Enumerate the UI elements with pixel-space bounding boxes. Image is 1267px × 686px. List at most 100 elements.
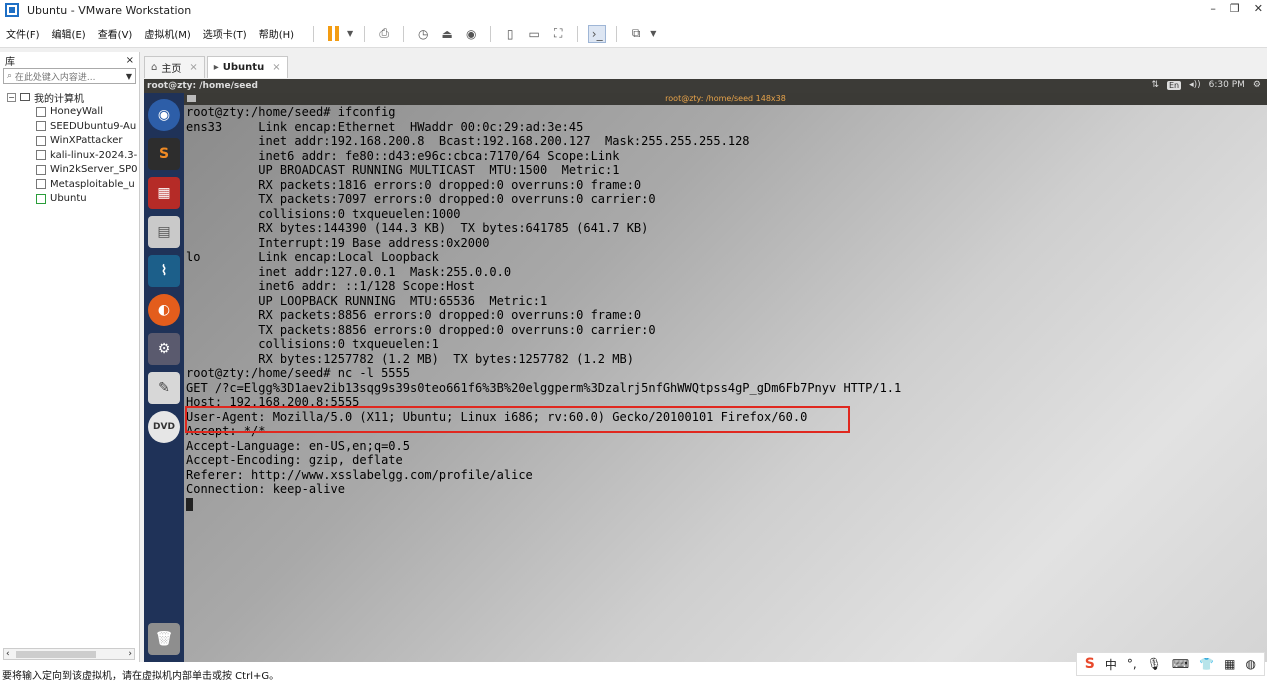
tree-item-metasploitable[interactable]: Metasploitable_u <box>0 177 139 192</box>
scrollbar-thumb[interactable] <box>16 651 96 658</box>
terminal-line: Interrupt:19 Base address:0x2000 <box>186 235 490 250</box>
tree-item-win2kserver[interactable]: Win2kServer_SP0 <box>0 163 139 178</box>
toolbar-separator <box>490 25 492 42</box>
tree-item-ubuntu[interactable]: Ubuntu <box>0 192 139 207</box>
ime-language-toggle[interactable]: 中 <box>1105 656 1117 673</box>
network-icon[interactable]: ⇅ <box>1151 80 1159 90</box>
status-text: 要将输入定向到该虚拟机，请在虚拟机内部单击或按 Ctrl+G。 <box>2 670 280 682</box>
library-view-icon[interactable]: ▯ <box>501 25 519 43</box>
sogou-logo[interactable]: S <box>1085 656 1095 672</box>
clock[interactable]: 6:30 PM <box>1209 80 1245 90</box>
vm-running-icon: ▸ <box>213 62 219 73</box>
chevron-down-icon[interactable]: ▼ <box>347 29 353 38</box>
tree-item-kali[interactable]: kali-linux-2024.3- <box>0 148 139 163</box>
library-horizontal-scrollbar[interactable]: ‹ › <box>3 648 135 660</box>
ime-punctuation-toggle[interactable]: °, <box>1127 657 1137 671</box>
tree-item-winxpattacker[interactable]: WinXPattacker <box>0 134 139 149</box>
grid-menu-icon[interactable]: ▦ <box>1224 657 1235 671</box>
vm-display[interactable]: root@zty: /home/seed ⇅ En ◂)) 6:30 PM ⚙ … <box>144 79 1267 662</box>
menu-view[interactable]: 查看(V) <box>98 26 133 41</box>
terminal-line: root@zty:/home/seed# nc -l 5555 <box>186 366 410 380</box>
keyboard-layout[interactable]: En <box>1166 80 1182 90</box>
firefox-icon[interactable]: ◐ <box>148 294 180 326</box>
menu-file[interactable]: 文件(F) <box>6 26 40 41</box>
terminal-cursor <box>186 497 193 511</box>
terminal-line: UP LOOPBACK RUNNING MTU:65536 Metric:1 <box>186 293 548 308</box>
system-settings-icon[interactable]: ⚙ <box>148 333 180 365</box>
minimize-button[interactable]: – <box>1210 2 1216 15</box>
collapse-icon[interactable]: − <box>7 92 16 102</box>
chevron-down-icon[interactable]: ▼ <box>650 29 656 38</box>
microphone-icon[interactable]: 🎙 <box>1147 657 1162 671</box>
keyboard-icon[interactable]: ⌨ <box>1172 657 1189 671</box>
pause-icon[interactable] <box>324 25 342 43</box>
menu-tabs[interactable]: 选项卡(T) <box>203 26 247 41</box>
tab-home[interactable]: ⌂ 主页 × <box>144 56 205 78</box>
settings-gear-icon[interactable]: ⚙ <box>1253 80 1261 90</box>
skin-icon[interactable]: 👕 <box>1199 657 1214 671</box>
mascot-icon[interactable]: ◍ <box>1246 657 1256 671</box>
ubuntu-window-title: root@zty: /home/seed <box>147 81 258 91</box>
snapshot-manager-icon[interactable]: ◉ <box>462 25 480 43</box>
ubuntu-top-panel: root@zty: /home/seed ⇅ En ◂)) 6:30 PM ⚙ <box>144 79 1267 93</box>
scroll-left-icon[interactable]: ‹ <box>6 649 10 659</box>
wireshark-icon[interactable]: ⌇ <box>148 255 180 287</box>
volume-icon[interactable]: ◂)) <box>1189 80 1201 90</box>
home-icon: ⌂ <box>151 62 158 73</box>
tree-item-seedubuntu[interactable]: SEEDUbuntu9-Au <box>0 119 139 134</box>
vm-icon <box>36 150 46 161</box>
console-view-icon[interactable]: ›_ <box>588 24 607 43</box>
tab-ubuntu[interactable]: ▸ Ubuntu × <box>206 56 288 78</box>
fullscreen-icon[interactable]: ⛶ <box>549 25 567 43</box>
computer-icon <box>20 93 30 102</box>
terminal-line: root@zty:/home/seed# ifconfig <box>186 105 396 119</box>
terminal-line: inet addr:192.168.200.8 Bcast:192.168.20… <box>186 134 750 148</box>
tree-item-label: Metasploitable_u <box>50 178 135 190</box>
cookie-highlight-box <box>185 406 850 433</box>
library-header: 库 × <box>0 52 139 68</box>
terminal-line: collisions:0 txqueuelen:1000 <box>186 206 461 221</box>
sublime-icon[interactable]: S <box>148 138 180 170</box>
library-search-input[interactable]: ⌕ 在此处键入内容进... ▼ <box>3 68 136 84</box>
chevron-down-icon[interactable]: ▼ <box>123 72 135 81</box>
terminal-line: RX bytes:1257782 (1.2 MB) TX bytes:12577… <box>186 351 634 366</box>
window-title: Ubuntu - VMware Workstation <box>27 3 192 17</box>
tree-item-label: Ubuntu <box>50 193 87 205</box>
maximize-button[interactable]: ❐ <box>1230 2 1240 15</box>
tree-root-my-computer[interactable]: − 我的计算机 <box>0 90 139 105</box>
close-button[interactable]: ✕ <box>1254 2 1263 15</box>
vm-icon <box>36 106 46 117</box>
send-ctrl-alt-del-icon[interactable]: ⎙ <box>375 25 393 43</box>
revert-snapshot-icon[interactable]: ⏏ <box>438 25 456 43</box>
menu-help[interactable]: 帮助(H) <box>259 26 294 41</box>
tab-close-icon[interactable]: × <box>272 62 280 73</box>
search-icon: ⌕ <box>7 71 15 81</box>
library-close-button[interactable]: × <box>126 55 134 66</box>
ubuntu-launcher: ◉ S ▦ ▤ ⌇ ◐ ⚙ ✎ DVD 🗑 <box>144 93 184 662</box>
terminal-app-icon[interactable]: ▦ <box>148 177 180 209</box>
tab-close-icon[interactable]: × <box>189 62 197 73</box>
tree-item-honeywall[interactable]: HoneyWall <box>0 105 139 120</box>
window-controls: – ❐ ✕ <box>1210 2 1263 15</box>
menu-edit[interactable]: 编辑(E) <box>52 26 86 41</box>
dash-icon[interactable]: ◉ <box>148 99 180 131</box>
toolbar-separator <box>403 25 405 42</box>
terminal-menu-icon[interactable] <box>187 95 196 102</box>
terminal-line: lo Link encap:Local Loopback <box>186 250 439 264</box>
trash-icon[interactable]: 🗑 <box>148 623 180 655</box>
menu-bar: 文件(F) 编辑(E) 查看(V) 虚拟机(M) 选项卡(T) 帮助(H) ▼ … <box>0 20 1267 48</box>
terminal-output: root@zty:/home/seed# ifconfig ens33 Link … <box>184 105 1267 511</box>
snapshot-icon[interactable]: ◷ <box>414 25 432 43</box>
vmware-app-icon <box>5 3 19 17</box>
menu-vm[interactable]: 虚拟机(M) <box>144 26 190 41</box>
dvd-icon[interactable]: DVD <box>148 411 180 443</box>
scroll-right-icon[interactable]: › <box>128 649 132 659</box>
window-titlebar: Ubuntu - VMware Workstation – ❐ ✕ <box>0 0 1267 20</box>
thumbnail-view-icon[interactable]: ▭ <box>525 25 543 43</box>
files-icon[interactable]: ▤ <box>148 216 180 248</box>
terminal-window[interactable]: root@zty: /home/seed 148x38 root@zty:/ho… <box>184 93 1267 662</box>
stretch-view-icon[interactable]: ⧉ <box>627 25 645 43</box>
terminal-line: collisions:0 txqueuelen:1 <box>186 337 439 351</box>
terminal-title: root@zty: /home/seed 148x38 <box>665 94 786 103</box>
text-editor-icon[interactable]: ✎ <box>148 372 180 404</box>
